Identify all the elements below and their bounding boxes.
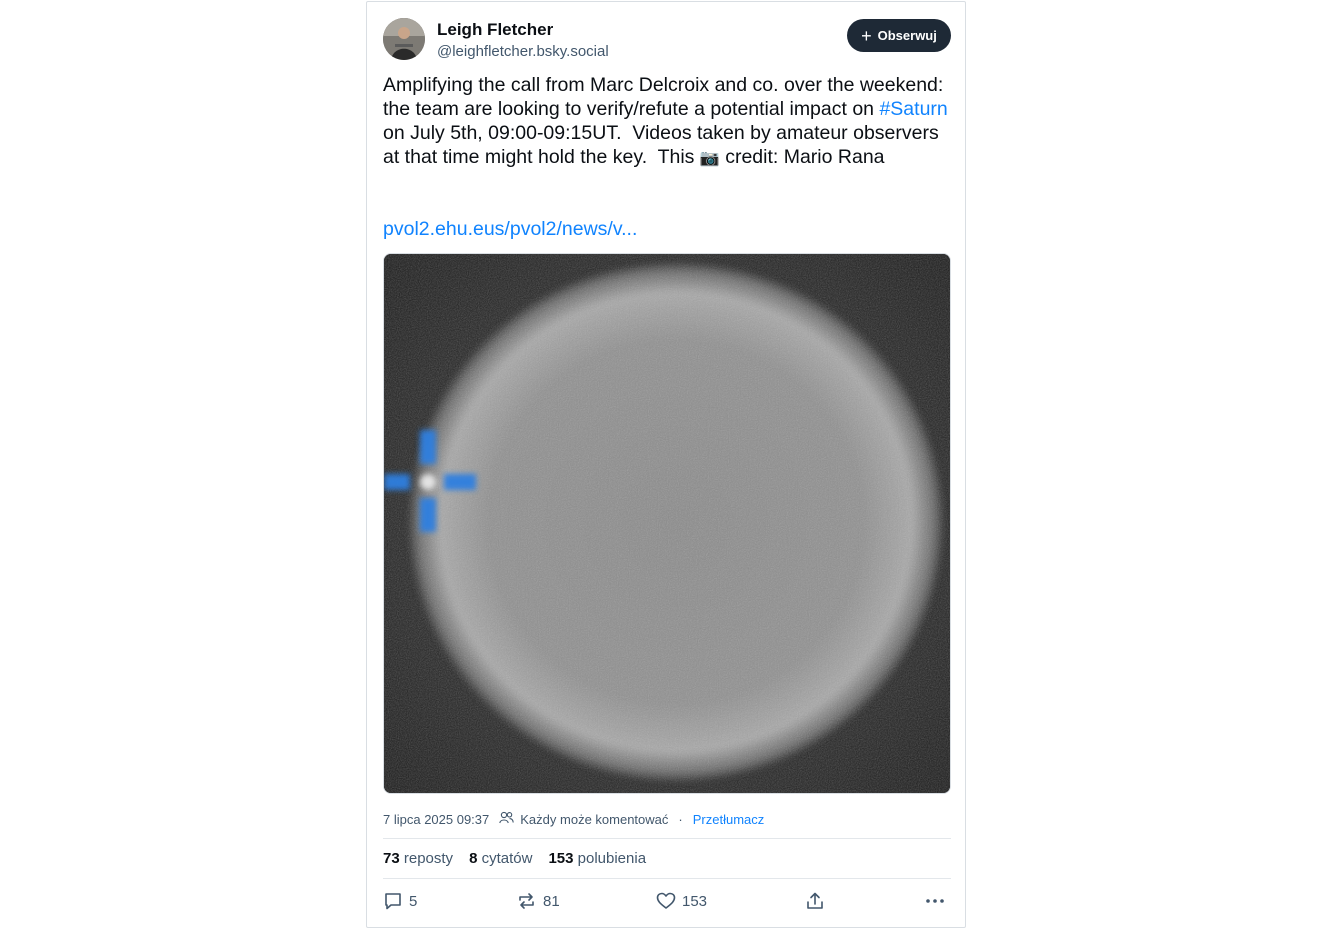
heart-icon bbox=[656, 892, 676, 909]
more-options-button[interactable] bbox=[924, 891, 946, 911]
divider bbox=[383, 838, 951, 839]
post-meta: 7 lipca 2025 09:37 Każdy może komentować… bbox=[383, 811, 764, 827]
post-text-end: credit: Mario Rana bbox=[719, 146, 885, 168]
like-count: 153 bbox=[682, 892, 708, 910]
hashtag-link[interactable]: #Saturn bbox=[879, 98, 947, 120]
post-card: Leigh Fletcher @leighfletcher.bsky.socia… bbox=[366, 1, 966, 928]
author-name[interactable]: Leigh Fletcher bbox=[437, 20, 553, 40]
translate-link[interactable]: Przetłumacz bbox=[693, 812, 765, 827]
repost-button[interactable]: 81 bbox=[516, 891, 560, 911]
post-image[interactable] bbox=[383, 253, 951, 794]
repost-icon bbox=[519, 893, 534, 909]
author-handle[interactable]: @leighfletcher.bsky.social bbox=[437, 43, 609, 60]
external-link[interactable]: pvol2.ehu.eus/pvol2/news/v... bbox=[383, 217, 637, 241]
avatar[interactable] bbox=[383, 18, 425, 60]
likes-stat[interactable]: 153 polubienia bbox=[548, 850, 646, 867]
follow-button[interactable]: + Obserwuj bbox=[847, 19, 951, 52]
reply-button[interactable]: 5 bbox=[383, 891, 417, 911]
quotes-label: cytatów bbox=[481, 850, 533, 867]
timestamp[interactable]: 7 lipca 2025 09:37 bbox=[383, 812, 489, 827]
camera-icon: 📷 bbox=[699, 150, 720, 167]
post-text-start: Amplifying the call from Marc Delcroix a… bbox=[383, 74, 949, 120]
follow-label: Obserwuj bbox=[877, 28, 937, 43]
reply-icon bbox=[385, 893, 401, 910]
people-icon bbox=[499, 811, 515, 827]
share-button[interactable] bbox=[805, 891, 825, 911]
plus-icon: + bbox=[861, 25, 872, 46]
more-icon bbox=[926, 899, 944, 903]
reposts-count: 73 bbox=[383, 850, 400, 867]
action-bar: 5 81 153 bbox=[383, 891, 951, 919]
share-icon bbox=[807, 892, 823, 909]
like-button[interactable]: 153 bbox=[656, 891, 707, 911]
meta-separator: · bbox=[678, 811, 683, 827]
divider bbox=[383, 878, 951, 879]
likes-count: 153 bbox=[548, 850, 574, 867]
quotes-count: 8 bbox=[469, 850, 478, 867]
reply-setting: Każdy może komentować bbox=[520, 811, 669, 827]
quotes-stat[interactable]: 8 cytatów bbox=[469, 850, 532, 867]
reposts-label: reposty bbox=[403, 850, 454, 867]
likes-label: polubienia bbox=[577, 850, 647, 867]
post-text: Amplifying the call from Marc Delcroix a… bbox=[383, 73, 955, 171]
repost-count: 81 bbox=[543, 892, 560, 910]
engagement-stats: 73 reposty 8 cytatów 153 polubienia bbox=[383, 850, 646, 867]
reply-count: 5 bbox=[409, 892, 418, 910]
reposts-stat[interactable]: 73 reposty bbox=[383, 850, 453, 867]
